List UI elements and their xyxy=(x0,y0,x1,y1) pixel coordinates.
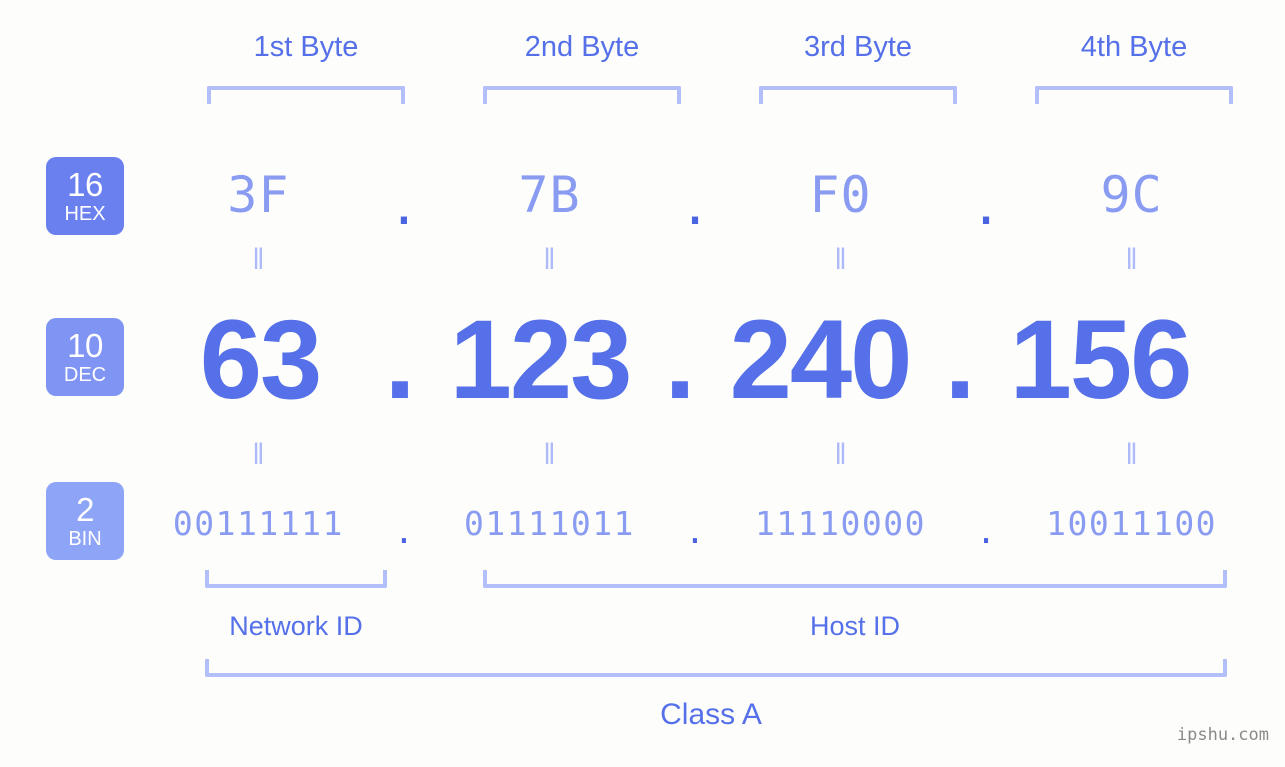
bin-byte-4: 10011100 xyxy=(1046,503,1218,543)
equals-mark-dec-bin-2: ‖ xyxy=(543,438,556,471)
byte-header-label-2: 2nd Byte xyxy=(524,31,640,63)
hex-byte-3: F0 xyxy=(809,166,872,224)
host-id-bracket xyxy=(483,570,1227,588)
base-badge-dec[interactable]: 10 DEC xyxy=(46,318,124,396)
dec-byte-2: 123 xyxy=(449,297,633,422)
equals-mark-dec-bin-4: ‖ xyxy=(1125,438,1138,471)
byte-bracket-2 xyxy=(483,86,681,104)
dec-byte-3: 240 xyxy=(729,297,913,422)
dec-byte-4: 156 xyxy=(1009,297,1193,422)
base-badge-dec-number: 10 xyxy=(67,327,103,364)
base-badge-bin-number: 2 xyxy=(76,491,94,528)
network-id-label: Network ID xyxy=(229,611,363,641)
ip-address-breakdown-diagram: 1st Byte 2nd Byte 3rd Byte 4th Byte 16 H… xyxy=(0,0,1285,767)
base-badge-bin[interactable]: 2 BIN xyxy=(46,482,124,560)
dec-byte-1: 63 xyxy=(199,297,323,422)
host-id-label: Host ID xyxy=(809,611,901,641)
bin-separator-3: . xyxy=(976,511,996,551)
byte-bracket-4 xyxy=(1035,86,1233,104)
equals-mark-hex-dec-1: ‖ xyxy=(252,243,265,276)
bin-byte-2: 01111011 xyxy=(463,503,635,543)
hex-byte-1: 3F xyxy=(227,166,290,224)
equals-row-dec-bin: ‖ ‖ ‖ ‖ xyxy=(140,440,1250,470)
byte-bracket-1 xyxy=(207,86,405,104)
equals-spacer-6 xyxy=(959,440,1013,470)
equals-mark-hex-dec-2: ‖ xyxy=(543,243,556,276)
bin-separator-1: . xyxy=(393,511,414,551)
base-badge-hex-number: 16 xyxy=(67,166,103,203)
hex-separator-2: . xyxy=(679,178,711,236)
base-badge-hex[interactable]: 16 HEX xyxy=(46,157,124,235)
hex-byte-2: 7B xyxy=(518,166,581,224)
bin-value-row: 00111111 . 01111011 . 11110000 . 1001110… xyxy=(140,492,1250,554)
equals-mark-hex-dec-4: ‖ xyxy=(1125,243,1138,276)
dec-separator-3: . xyxy=(944,297,976,422)
hex-byte-4: 9C xyxy=(1100,166,1163,224)
byte-header-label-4: 4th Byte xyxy=(1080,31,1188,63)
equals-spacer-1 xyxy=(377,245,431,275)
equals-spacer-5 xyxy=(668,440,722,470)
byte-header-label-3: 3rd Byte xyxy=(804,31,912,63)
base-badge-hex-name: HEX xyxy=(64,203,106,225)
equals-spacer-3 xyxy=(959,245,1013,275)
hex-value-row: 3F . 7B . F0 . 9C xyxy=(140,150,1250,240)
equals-mark-hex-dec-3: ‖ xyxy=(834,243,847,276)
dec-separator-1: . xyxy=(384,297,416,422)
bin-byte-3: 11110000 xyxy=(755,503,926,543)
base-badge-dec-name: DEC xyxy=(63,364,107,386)
equals-row-hex-dec: ‖ ‖ ‖ ‖ xyxy=(140,245,1250,275)
equals-mark-dec-bin-1: ‖ xyxy=(252,438,265,471)
dec-separator-2: . xyxy=(664,297,696,422)
equals-spacer-2 xyxy=(668,245,722,275)
bin-separator-2: . xyxy=(685,511,705,551)
class-label: Class A xyxy=(660,698,762,731)
hex-separator-3: . xyxy=(971,178,1002,236)
equals-spacer-4 xyxy=(377,440,431,470)
base-badge-bin-name: BIN xyxy=(68,528,102,550)
dec-value-row: 63 . 123 . 240 . 156 xyxy=(140,292,1250,427)
equals-mark-dec-bin-3: ‖ xyxy=(834,438,847,471)
byte-header-label-1: 1st Byte xyxy=(253,31,359,63)
hex-separator-1: . xyxy=(388,178,419,236)
bin-byte-1: 00111111 xyxy=(172,503,344,543)
network-id-bracket xyxy=(205,570,387,588)
site-watermark: ipshu.com xyxy=(1176,725,1269,745)
class-bracket xyxy=(205,659,1227,677)
byte-bracket-3 xyxy=(759,86,957,104)
